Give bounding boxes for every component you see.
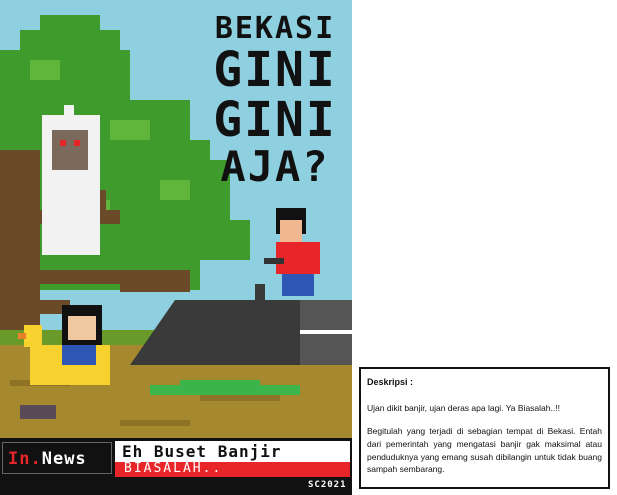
brand-logo: In.News bbox=[8, 449, 87, 469]
title-line-3: GINI bbox=[213, 92, 337, 148]
description-label: Deskripsi : bbox=[367, 377, 414, 387]
description-paragraph-2: Begitulah yang terjadi di sebagian tempa… bbox=[367, 426, 602, 475]
poster-title: BEKASI GINI GINI AJA? bbox=[200, 14, 350, 188]
rat bbox=[20, 405, 56, 419]
description-panel: Deskripsi : Ujan dikit banjir, ujan dera… bbox=[359, 367, 610, 489]
poster-illustration: BEKASI GINI GINI AJA? In.News Eh Buset B… bbox=[0, 0, 352, 495]
news-headline: Eh Buset Banjir bbox=[122, 442, 282, 461]
news-subheadline: BIASALAH.. bbox=[124, 461, 223, 476]
description-paragraph-1: Ujan dikit banjir, ujan deras apa lagi. … bbox=[367, 403, 560, 413]
artwork-code: SC2021 bbox=[308, 480, 347, 490]
title-line-2: GINI bbox=[213, 42, 337, 98]
brand-part-2: News bbox=[41, 449, 87, 469]
title-line-1: BEKASI bbox=[214, 11, 336, 46]
ghost-character bbox=[42, 105, 100, 255]
brand-part-1: In. bbox=[8, 449, 42, 469]
title-line-4: AJA? bbox=[220, 142, 330, 191]
